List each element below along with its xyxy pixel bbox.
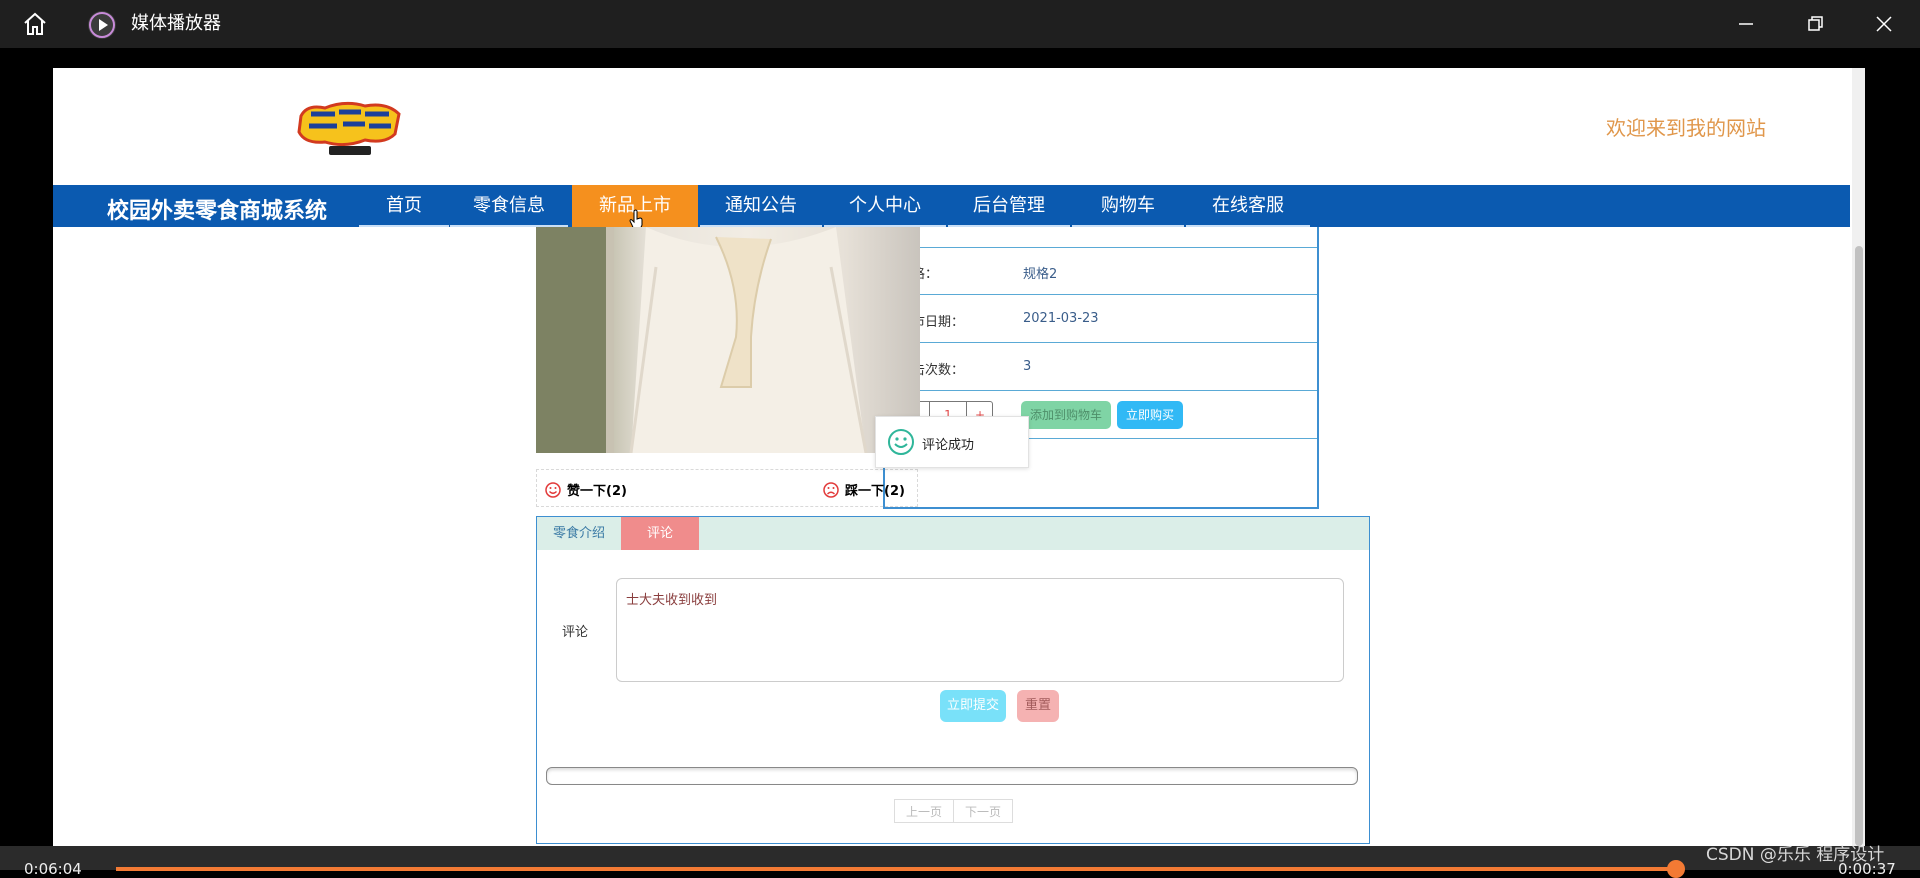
home-icon[interactable] — [22, 12, 48, 36]
site-logo — [295, 100, 405, 158]
close-icon[interactable] — [1872, 12, 1896, 36]
comment-field-label: 评论 — [562, 625, 589, 640]
csdn-watermark: CSDN @乐乐 程序设计 — [1706, 845, 1885, 865]
like-dislike-box: 赞一下(2) 踩一下(2) — [536, 469, 918, 507]
scrollbar-thumb[interactable] — [1855, 246, 1863, 846]
comment-list-box — [546, 767, 1358, 785]
nav-item-home[interactable]: 首页 — [359, 185, 449, 227]
dislike-button[interactable]: 踩一下(2) — [823, 480, 905, 499]
nav-item-admin[interactable]: 后台管理 — [948, 185, 1070, 227]
comment-success-toast: 评论成功 — [875, 416, 1029, 468]
site-brand: 校园外卖零食商城系统 — [107, 199, 328, 224]
player-title: 媒体播放器 — [131, 13, 221, 34]
comment-textarea[interactable]: 士大夫收到收到 — [616, 578, 1344, 682]
like-label: 赞一下(2) — [567, 484, 627, 499]
info-value: 规格2 — [1023, 267, 1058, 282]
add-to-cart-button[interactable]: 添加到购物车 — [1021, 401, 1111, 429]
frown-icon — [823, 482, 839, 498]
next-page-button[interactable]: 下一页 — [953, 799, 1013, 823]
nav-item-online-service[interactable]: 在线客服 — [1186, 185, 1310, 227]
like-button[interactable]: 赞一下(2) — [545, 480, 627, 499]
product-image — [536, 227, 920, 453]
tab-comments[interactable]: 评论 — [621, 517, 699, 550]
nav-item-snacks[interactable]: 零食信息 — [450, 185, 568, 227]
dislike-label: 踩一下(2) — [845, 484, 905, 499]
detail-tabs: 零食介绍 评论 评论 士大夫收到收到 立即提交 重置 上一页 下一页 — [536, 516, 1370, 844]
info-row-spec: 规格： 规格2 — [885, 247, 1317, 295]
player-control-bar: 0:06:04 0:00:37 — [0, 846, 1920, 878]
reset-button[interactable]: 重置 — [1017, 690, 1059, 722]
tab-snack-intro[interactable]: 零食介绍 — [537, 517, 621, 550]
tab-bar: 零食介绍 评论 — [537, 517, 1369, 550]
info-value: 2021-03-23 — [1023, 311, 1099, 326]
success-smile-icon — [888, 429, 914, 455]
nav-item-personal-center[interactable]: 个人中心 — [824, 185, 946, 227]
nav-item-cart[interactable]: 购物车 — [1072, 185, 1184, 227]
nav-item-notices[interactable]: 通知公告 — [700, 185, 822, 227]
buy-now-button[interactable]: 立即购买 — [1117, 401, 1183, 429]
restore-icon[interactable] — [1803, 12, 1827, 36]
info-row-release-date: 上市日期： 2021-03-23 — [885, 295, 1317, 343]
toast-text: 评论成功 — [922, 438, 975, 453]
seek-knob[interactable] — [1667, 860, 1685, 878]
seek-bar[interactable] — [116, 867, 1676, 871]
info-value: 3 — [1023, 359, 1032, 374]
prev-page-button[interactable]: 上一页 — [894, 799, 954, 823]
welcome-text: 欢迎来到我的网站 — [1606, 116, 1766, 140]
main-navbar: 校园外卖零食商城系统 首页 零食信息 新品上市 通知公告 个人中心 后台管理 购… — [53, 185, 1850, 230]
submit-comment-button[interactable]: 立即提交 — [940, 690, 1006, 722]
media-player-icon — [88, 11, 116, 39]
info-row-click-count: 点击次数： 3 — [885, 343, 1317, 391]
player-title-bar: 媒体播放器 — [0, 0, 1920, 48]
web-page: 欢迎来到我的网站 校园外卖零食商城系统 首页 零食信息 新品上市 通知公告 个人… — [53, 68, 1865, 846]
smile-icon — [545, 482, 561, 498]
info-row-partial — [885, 227, 1317, 248]
minimize-icon[interactable] — [1734, 12, 1758, 36]
page-scrollbar[interactable] — [1852, 68, 1865, 846]
time-elapsed: 0:06:04 — [24, 860, 82, 878]
